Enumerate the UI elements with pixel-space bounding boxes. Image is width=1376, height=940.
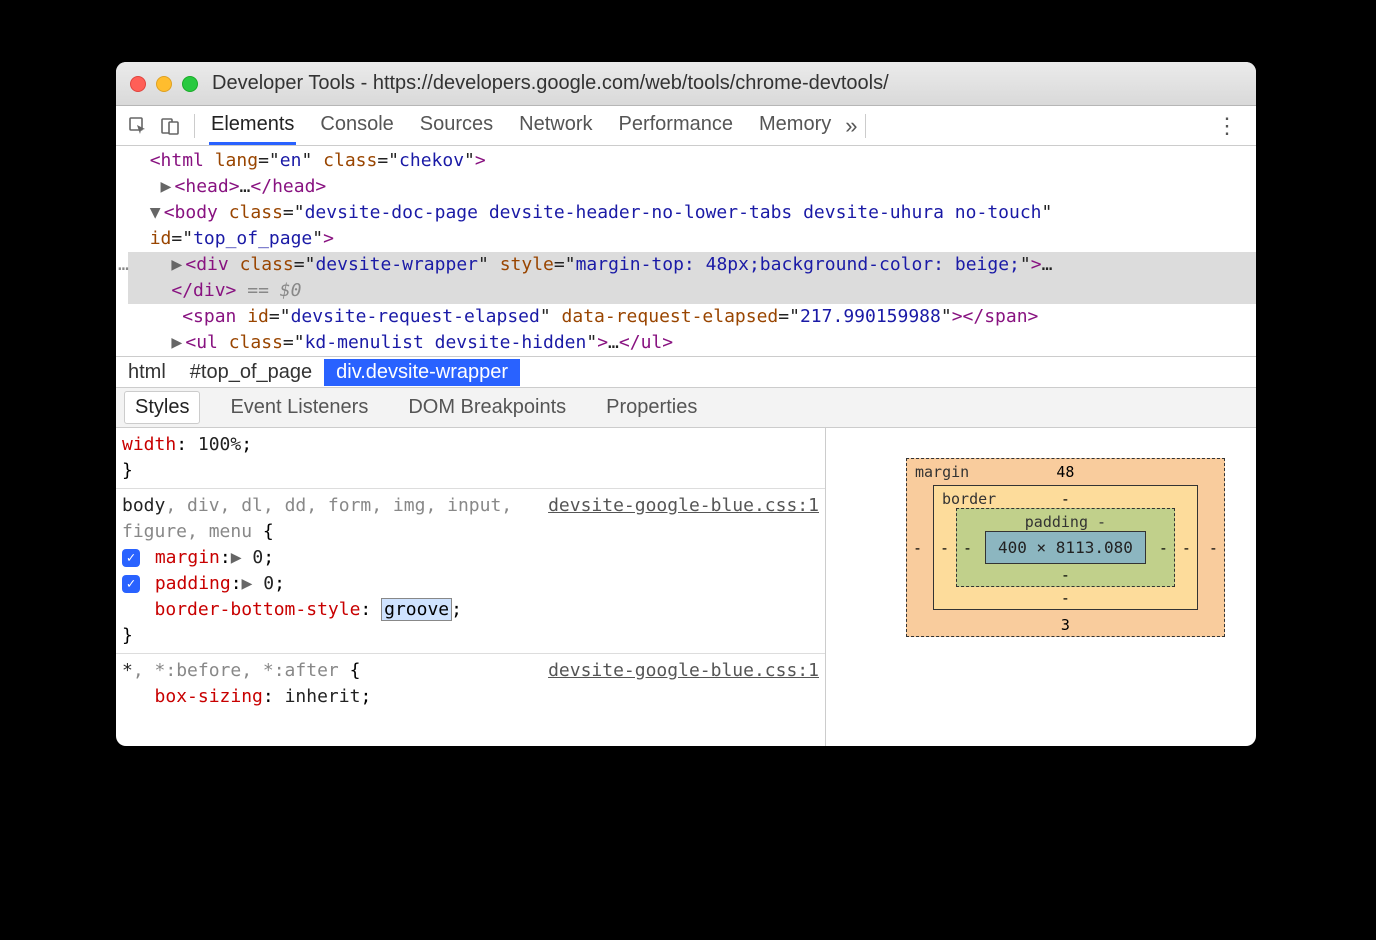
selector[interactable]: body bbox=[122, 495, 165, 516]
device-mode-icon[interactable] bbox=[154, 110, 186, 142]
tab-performance[interactable]: Performance bbox=[617, 107, 736, 145]
styles-subtabs: Styles Event Listeners DOM Breakpoints P… bbox=[116, 388, 1256, 428]
breadcrumb-item-selected[interactable]: div.devsite-wrapper bbox=[324, 359, 520, 386]
tab-elements[interactable]: Elements bbox=[209, 107, 296, 145]
box-model-content[interactable]: 400 × 8113.080 bbox=[985, 531, 1146, 564]
property-checkbox[interactable]: ✓ bbox=[122, 575, 140, 593]
source-link[interactable]: devsite-google-blue.css:1 bbox=[548, 658, 819, 684]
padding-bottom[interactable]: - bbox=[1061, 566, 1070, 584]
window-title: Developer Tools - https://developers.goo… bbox=[212, 72, 889, 95]
padding-left[interactable]: - bbox=[963, 539, 972, 557]
box-model-border[interactable]: border - - - - padding - - - - 400 × 811… bbox=[933, 485, 1198, 610]
toolbar-separator bbox=[194, 114, 195, 138]
window-controls bbox=[130, 76, 198, 92]
toolbar-separator bbox=[865, 114, 866, 138]
border-left[interactable]: - bbox=[940, 539, 949, 557]
main-toolbar: Elements Console Sources Network Perform… bbox=[116, 106, 1256, 146]
property-checkbox[interactable]: ✓ bbox=[122, 549, 140, 567]
subtab-properties[interactable]: Properties bbox=[596, 392, 707, 423]
tabs-overflow-icon[interactable]: » bbox=[845, 113, 857, 139]
dom-tree[interactable]: <html lang="en" class="chekov"> ▶<head>…… bbox=[116, 146, 1256, 356]
tab-memory[interactable]: Memory bbox=[757, 107, 833, 145]
breadcrumb-item[interactable]: html bbox=[116, 359, 178, 386]
padding-right[interactable]: - bbox=[1159, 539, 1168, 557]
rule-separator bbox=[116, 488, 825, 489]
dom-node[interactable]: ▶<ul class="kd-menulist devsite-hidden">… bbox=[128, 330, 1256, 356]
margin-left[interactable]: - bbox=[913, 539, 922, 557]
padding-label: padding - bbox=[1025, 513, 1106, 531]
box-model-pane[interactable]: margin 48 - - 3 border - - - - padding -… bbox=[826, 428, 1256, 746]
margin-right[interactable]: - bbox=[1209, 539, 1218, 557]
zoom-icon[interactable] bbox=[182, 76, 198, 92]
close-icon[interactable] bbox=[130, 76, 146, 92]
border-label: border bbox=[942, 490, 996, 508]
css-rule[interactable]: devsite-google-blue.css:1 *, *:before, *… bbox=[122, 658, 819, 710]
breadcrumb: html #top_of_page div.devsite-wrapper bbox=[116, 356, 1256, 388]
dom-node[interactable]: <html lang="en" class="chekov"> bbox=[128, 148, 1256, 174]
tab-network[interactable]: Network bbox=[517, 107, 594, 145]
settings-menu-icon[interactable]: ⋮ bbox=[1204, 113, 1250, 139]
css-rule[interactable]: width: 100%;} bbox=[122, 432, 819, 484]
panel-tabs: Elements Console Sources Network Perform… bbox=[209, 107, 833, 145]
tab-sources[interactable]: Sources bbox=[418, 107, 495, 145]
dom-node[interactable]: ▼<body class="devsite-doc-page devsite-h… bbox=[128, 200, 1256, 252]
selector[interactable]: * bbox=[122, 660, 133, 681]
titlebar[interactable]: Developer Tools - https://developers.goo… bbox=[116, 62, 1256, 106]
breadcrumb-item[interactable]: #top_of_page bbox=[178, 359, 324, 386]
subtab-styles[interactable]: Styles bbox=[124, 391, 200, 424]
border-bottom[interactable]: - bbox=[1061, 589, 1070, 607]
lower-panes: width: 100%;} devsite-google-blue.css:1 … bbox=[116, 428, 1256, 746]
styles-pane[interactable]: width: 100%;} devsite-google-blue.css:1 … bbox=[116, 428, 826, 746]
dom-node[interactable]: ▶<head>…</head> bbox=[128, 174, 1256, 200]
border-right[interactable]: - bbox=[1182, 539, 1191, 557]
source-link[interactable]: devsite-google-blue.css:1 bbox=[548, 493, 819, 519]
box-model-margin[interactable]: margin 48 - - 3 border - - - - padding -… bbox=[906, 458, 1225, 637]
dom-node-selected[interactable]: ▶<div class="devsite-wrapper" style="mar… bbox=[128, 252, 1256, 304]
tab-console[interactable]: Console bbox=[318, 107, 395, 145]
selector-rest: , *:before, *:after bbox=[133, 660, 339, 681]
margin-top[interactable]: 48 bbox=[1056, 463, 1074, 481]
subtab-event-listeners[interactable]: Event Listeners bbox=[220, 392, 378, 423]
inspect-icon[interactable] bbox=[122, 110, 154, 142]
css-rule[interactable]: devsite-google-blue.css:1 body, div, dl,… bbox=[122, 493, 819, 649]
minimize-icon[interactable] bbox=[156, 76, 172, 92]
subtab-dom-breakpoints[interactable]: DOM Breakpoints bbox=[398, 392, 576, 423]
box-model-padding[interactable]: padding - - - - 400 × 8113.080 bbox=[956, 508, 1175, 587]
editing-value[interactable]: groove bbox=[382, 599, 451, 620]
selector-rest: , div, dl, dd, form, img, input, figure,… bbox=[122, 495, 512, 542]
margin-bottom[interactable]: 3 bbox=[1061, 616, 1070, 634]
devtools-window: Developer Tools - https://developers.goo… bbox=[116, 62, 1256, 746]
margin-label: margin bbox=[915, 463, 969, 481]
dom-node[interactable]: <span id="devsite-request-elapsed" data-… bbox=[128, 304, 1256, 330]
rule-separator bbox=[116, 653, 825, 654]
border-top[interactable]: - bbox=[1061, 490, 1070, 508]
